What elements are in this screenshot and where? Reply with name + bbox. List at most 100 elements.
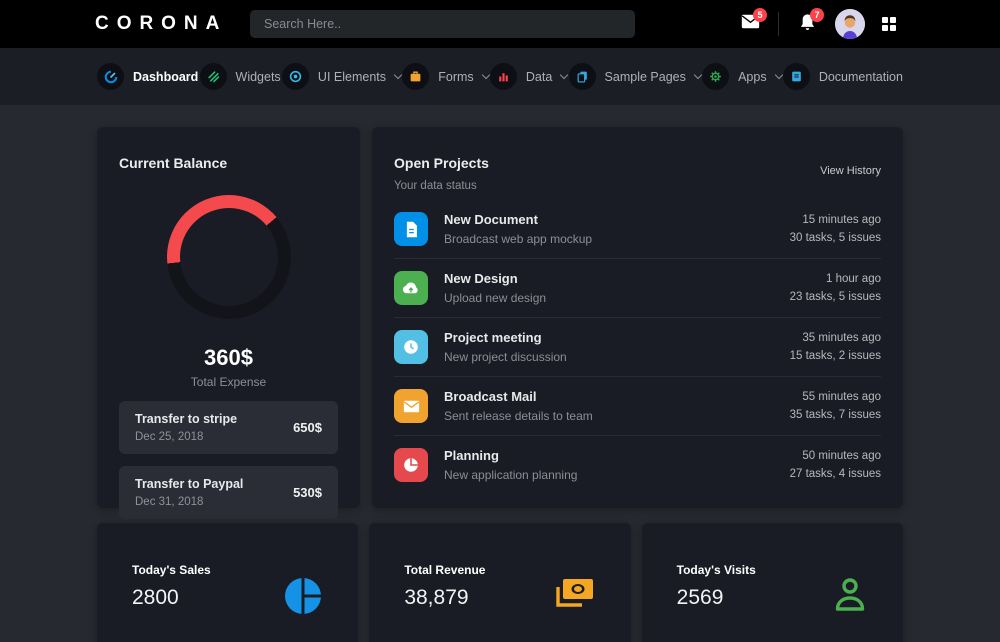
- notifications-badge: 7: [810, 8, 824, 22]
- brand-logo[interactable]: CORONA: [95, 13, 227, 34]
- project-time: 55 minutes ago: [790, 391, 881, 403]
- project-description: Sent release details to team: [444, 409, 593, 423]
- todays-visits-card: Today's Visits 2569: [642, 523, 903, 642]
- project-meta: 30 tasks, 5 issues: [790, 232, 881, 244]
- apps-icon: [702, 63, 729, 90]
- transfer-amount: 530$: [293, 485, 322, 500]
- mail-button[interactable]: 5: [739, 13, 761, 35]
- project-time: 50 minutes ago: [790, 450, 881, 462]
- nav-item-ui-elements[interactable]: UI Elements: [282, 63, 401, 90]
- nav-label: Forms: [438, 70, 473, 84]
- stat-value: 38,879: [404, 586, 485, 610]
- list-item: New Document Broadcast web app mockup 15…: [394, 200, 881, 259]
- avatar-image: [835, 9, 865, 39]
- nav-label: Data: [526, 70, 552, 84]
- project-time: 1 hour ago: [790, 273, 881, 285]
- project-meta: 35 tasks, 7 issues: [790, 409, 881, 421]
- transfer-row: Transfer to stripe Dec 25, 2018 650$: [119, 401, 338, 454]
- total-expense-label: Total Expense: [119, 375, 338, 389]
- widgets-icon: [200, 63, 227, 90]
- project-description: Upload new design: [444, 291, 546, 305]
- transfer-amount: 650$: [293, 420, 322, 435]
- nav-label: Apps: [738, 70, 767, 84]
- nav-item-dashboard[interactable]: Dashboard: [97, 63, 198, 90]
- nav-item-documentation[interactable]: Documentation: [783, 63, 903, 90]
- nav-item-sample-pages[interactable]: Sample Pages: [569, 63, 701, 90]
- stat-label: Today's Visits: [677, 563, 756, 577]
- chevron-down-icon: [394, 71, 402, 79]
- project-title: Project meeting: [444, 330, 567, 345]
- sample-pages-icon: [569, 63, 596, 90]
- project-meta: 27 tasks, 4 issues: [790, 468, 881, 480]
- list-item: Project meeting New project discussion 3…: [394, 318, 881, 377]
- search-wrap: [250, 10, 635, 38]
- transfer-date: Dec 31, 2018: [135, 496, 243, 508]
- envelope-icon: [394, 389, 428, 423]
- ui-elements-icon: [282, 63, 309, 90]
- chevron-down-icon: [481, 71, 489, 79]
- list-item: Broadcast Mail Sent release details to t…: [394, 377, 881, 436]
- stat-label: Total Revenue: [404, 563, 485, 577]
- project-title: New Design: [444, 271, 546, 286]
- main-content: Current Balance 360$ Total Expense Trans…: [0, 105, 1000, 642]
- nav-item-forms[interactable]: Forms: [402, 63, 488, 90]
- transfer-date: Dec 25, 2018: [135, 431, 237, 443]
- chevron-down-icon: [694, 71, 702, 79]
- project-list: New Document Broadcast web app mockup 15…: [394, 200, 881, 494]
- banknote-icon: [555, 577, 595, 614]
- project-meta: 15 tasks, 2 issues: [790, 350, 881, 362]
- chevron-down-icon: [774, 71, 782, 79]
- card-title: Current Balance: [119, 155, 338, 171]
- apps-grid-icon[interactable]: [882, 17, 896, 31]
- pie-chart-icon: [284, 577, 322, 620]
- view-history-link[interactable]: View History: [820, 165, 881, 177]
- project-time: 15 minutes ago: [790, 214, 881, 226]
- nav-item-apps[interactable]: Apps: [702, 63, 782, 90]
- stat-label: Today's Sales: [132, 563, 211, 577]
- project-description: New project discussion: [444, 350, 567, 364]
- brand-logo-wrap: CORONA: [0, 13, 250, 35]
- documentation-icon: [783, 63, 810, 90]
- user-avatar[interactable]: [835, 9, 865, 39]
- nav-item-widgets[interactable]: Widgets: [200, 63, 281, 90]
- dashboard-icon: [97, 63, 124, 90]
- file-icon: [394, 212, 428, 246]
- data-icon: [490, 63, 517, 90]
- cloud-upload-icon: [394, 271, 428, 305]
- project-meta: 23 tasks, 5 issues: [790, 291, 881, 303]
- topbar-divider: [778, 12, 779, 36]
- nav-label: Dashboard: [133, 70, 198, 84]
- project-description: Broadcast web app mockup: [444, 232, 592, 246]
- nav-label: UI Elements: [318, 70, 386, 84]
- project-title: Planning: [444, 448, 577, 463]
- total-revenue-card: Total Revenue 38,879: [369, 523, 630, 642]
- project-title: New Document: [444, 212, 592, 227]
- topbar-actions: 5 7: [739, 9, 1000, 39]
- project-title: Broadcast Mail: [444, 389, 593, 404]
- total-expense-value: 360$: [119, 345, 338, 371]
- nav-label: Widgets: [236, 70, 281, 84]
- person-icon: [833, 577, 867, 618]
- nav-label: Documentation: [819, 70, 903, 84]
- mail-badge: 5: [753, 8, 767, 22]
- todays-sales-card: Today's Sales 2800: [97, 523, 358, 642]
- list-item: New Design Upload new design 1 hour ago …: [394, 259, 881, 318]
- project-description: New application planning: [444, 468, 577, 482]
- topbar: CORONA 5 7: [0, 0, 1000, 48]
- forms-icon: [402, 63, 429, 90]
- transfer-title: Transfer to stripe: [135, 412, 237, 426]
- open-projects-card: Open Projects Your data status View Hist…: [372, 127, 903, 508]
- pie-chart-icon: [394, 448, 428, 482]
- nav-item-data[interactable]: Data: [490, 63, 567, 90]
- search-input[interactable]: [250, 10, 635, 38]
- stat-value: 2800: [132, 586, 211, 610]
- nav-label: Sample Pages: [605, 70, 686, 84]
- list-item: Planning New application planning 50 min…: [394, 436, 881, 494]
- notifications-button[interactable]: 7: [796, 13, 818, 35]
- stat-value: 2569: [677, 586, 756, 610]
- transfer-row: Transfer to Paypal Dec 31, 2018 530$: [119, 466, 338, 519]
- transfer-title: Transfer to Paypal: [135, 477, 243, 491]
- chevron-down-icon: [560, 71, 568, 79]
- clock-icon: [394, 330, 428, 364]
- card-title: Open Projects: [394, 155, 881, 171]
